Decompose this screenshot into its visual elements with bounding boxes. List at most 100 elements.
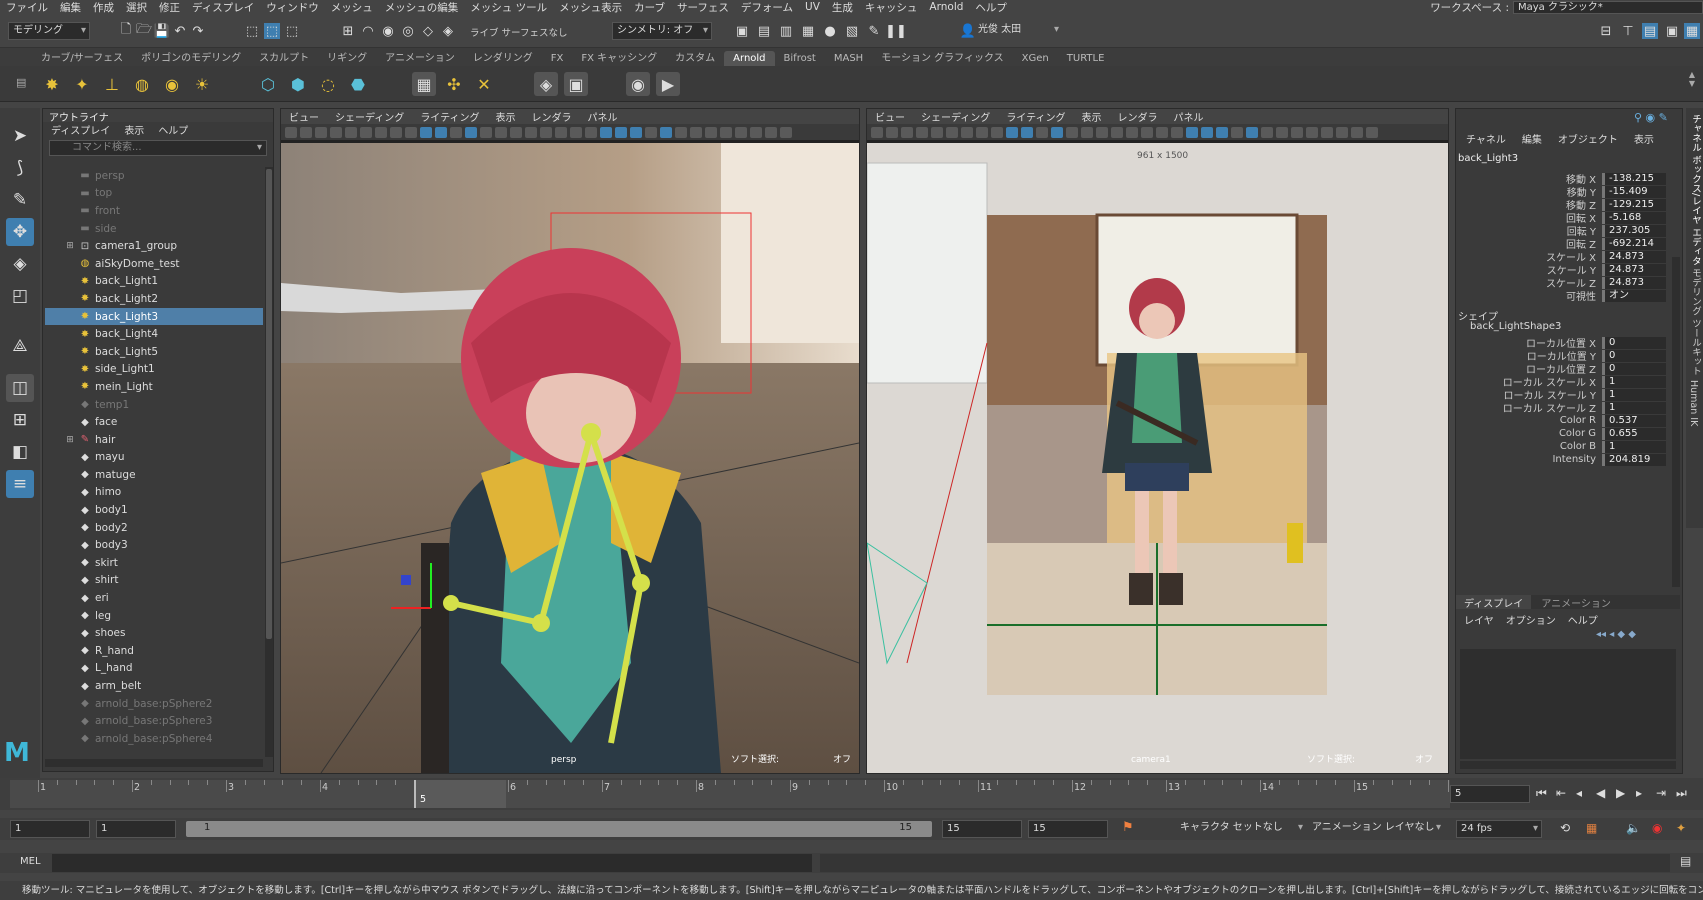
outliner-item[interactable]: ◆ body1 (45, 501, 263, 519)
play-forward-icon[interactable]: ▶ (1616, 786, 1625, 800)
viewport-tool-icon[interactable] (1066, 126, 1078, 138)
fps-select[interactable]: 24 fps (1456, 820, 1542, 838)
render-view-shelf-icon[interactable]: ▦ (412, 72, 436, 96)
cache-icon[interactable]: ▦ (1586, 821, 1597, 835)
vp2-menu-view[interactable]: ビュー (875, 109, 905, 124)
outliner-item[interactable]: ✸ mein_Light (45, 378, 263, 396)
vp1-menu-renderer[interactable]: レンダラ (532, 109, 572, 124)
render-frame-icon[interactable]: ▣ (734, 23, 750, 39)
snap-grid-icon[interactable]: ⊞ (340, 23, 356, 39)
shelf-tab[interactable]: アニメーション (376, 47, 464, 66)
vp2-menu-show[interactable]: 表示 (1082, 109, 1102, 124)
outliner-item[interactable]: ◆ arnold_base:pSphere3 (45, 712, 263, 730)
viewport-tool-icon[interactable] (1366, 126, 1378, 138)
viewport-tool-icon[interactable] (705, 126, 717, 138)
character-set-select[interactable]: キャラクタ セットなし (1176, 820, 1306, 838)
outliner-item[interactable]: ⊞ ⊡ camera1_group (45, 237, 263, 255)
viewport-tool-icon[interactable] (690, 126, 702, 138)
menu-item[interactable]: ヘルプ (969, 0, 1013, 15)
outliner-item[interactable]: ◆ himo (45, 484, 263, 502)
channel-box-tab-icons[interactable]: ⚲ ◉ ✎ (1634, 111, 1668, 124)
two-pane-layout-icon[interactable]: ◧ (6, 438, 34, 466)
select-component-icon[interactable]: ⬚ (284, 23, 300, 39)
outliner-item[interactable]: ◆ R_hand (45, 642, 263, 660)
viewport-tool-icon[interactable] (390, 126, 402, 138)
new-scene-icon[interactable]: 🗋 (118, 22, 134, 39)
attribute-value[interactable]: 24.873 (1602, 250, 1666, 263)
viewport-camera1-toolbar[interactable] (867, 124, 1448, 140)
snap-edge-icon[interactable]: ◈ (440, 23, 456, 39)
menu-item[interactable]: ウィンドウ (260, 0, 325, 15)
channel-attribute-row[interactable]: Intensity 204.819 (1456, 453, 1680, 466)
vp2-menu-shading[interactable]: シェーディング (921, 109, 990, 124)
scale-tool-icon[interactable]: ◰ (6, 282, 34, 310)
layer-hscrollbar[interactable] (1460, 761, 1676, 769)
viewport-tool-icon[interactable] (735, 126, 747, 138)
layout-icon[interactable]: ⊟ (1598, 23, 1614, 39)
snap-view-icon[interactable]: ◎ (400, 23, 416, 39)
viewport-tool-icon[interactable] (1051, 126, 1063, 138)
outliner-item[interactable]: ✸ side_Light1 (45, 361, 263, 379)
viewport-tool-icon[interactable] (946, 126, 958, 138)
viewport-tool-icon[interactable] (615, 126, 627, 138)
viewport-persp-toolbar[interactable] (281, 124, 859, 140)
outliner-menu-show[interactable]: 表示 (124, 122, 144, 137)
shelf-tab[interactable]: スカルプト (250, 47, 318, 66)
outliner-item[interactable]: ▬ top (45, 185, 263, 203)
viewport-tool-icon[interactable] (1036, 126, 1048, 138)
anim-start-field[interactable]: 1 (10, 820, 90, 838)
attribute-value[interactable]: 0 (1602, 336, 1666, 349)
rotate-tool-icon[interactable]: ◈ (6, 250, 34, 278)
outliner-item[interactable]: ◆ arnold_base:pSphere2 (45, 695, 263, 713)
layer-editor-tool-icons[interactable]: ◂◂ ◂ ◆ ◆ (1596, 629, 1636, 640)
hypershade-icon[interactable]: ● (822, 23, 838, 39)
viewport-camera1[interactable]: ビュー シェーディング ライティング 表示 レンダラ パネル 961 x 150… (866, 108, 1449, 774)
playback-start-field[interactable]: 1 (96, 820, 176, 838)
light-portal-icon[interactable]: ◉ (160, 72, 184, 96)
current-time-indicator[interactable]: 5 (414, 780, 506, 808)
channel-attribute-row[interactable]: Color G 0.655 (1456, 427, 1680, 440)
go-to-end-icon[interactable]: ⏭ (1676, 786, 1687, 801)
outliner-hscrollbar[interactable] (45, 759, 263, 767)
shelf-tab[interactable]: XGen (1013, 51, 1058, 66)
viewport-tool-icon[interactable] (916, 126, 928, 138)
channel-attribute-row[interactable]: ローカル スケール Z 1 (1456, 401, 1680, 415)
live-surface-label[interactable]: ライブ サーフェスなし (470, 25, 567, 39)
viewport-tool-icon[interactable] (585, 126, 597, 138)
viewport-tool-icon[interactable] (1276, 126, 1288, 138)
viewport-tool-icon[interactable] (765, 126, 777, 138)
viewport-tool-icon[interactable] (495, 126, 507, 138)
channel-box-icon[interactable]: ▦ (1684, 23, 1700, 39)
viewport-tool-icon[interactable] (1006, 126, 1018, 138)
viewport-tool-icon[interactable] (1081, 126, 1093, 138)
curve-collector-icon[interactable]: ◌ (316, 72, 340, 96)
shelf-tab[interactable]: モーション グラフィックス (872, 47, 1012, 66)
loop-icon[interactable]: ⟲ (1560, 821, 1570, 835)
range-slider-bar[interactable]: 1 15 (186, 821, 932, 837)
snap-point-icon[interactable]: ◉ (380, 23, 396, 39)
viewport-tool-icon[interactable] (1336, 126, 1348, 138)
joint-node[interactable] (443, 595, 459, 611)
select-tool-icon[interactable]: ➤ (6, 122, 34, 150)
menu-item[interactable]: メッシュの編集 (379, 0, 465, 15)
viewport-tool-icon[interactable] (285, 126, 297, 138)
viewport-tool-icon[interactable] (1096, 126, 1108, 138)
outliner-scroll-thumb[interactable] (266, 169, 272, 639)
render-play-icon[interactable]: ▶ (656, 72, 680, 96)
save-scene-icon[interactable]: 💾 (154, 23, 170, 39)
menu-item[interactable]: ディスプレイ (186, 0, 260, 15)
side-tab-modeling-toolkit[interactable]: モデリング ツールキット (1688, 268, 1702, 376)
viewport-tool-icon[interactable] (540, 126, 552, 138)
outliner-menu-display[interactable]: ディスプレイ (51, 122, 110, 137)
render-sequence-icon[interactable]: ▤ (756, 23, 772, 39)
expand-icon[interactable]: ⊞ (65, 241, 75, 251)
viewport-tool-icon[interactable] (360, 126, 372, 138)
outliner-item[interactable]: ◆ skirt (45, 554, 263, 572)
viewport-tool-icon[interactable] (315, 126, 327, 138)
viewport-tool-icon[interactable] (1246, 126, 1258, 138)
channel-box-object-name[interactable]: back_Light3 (1458, 153, 1518, 164)
play-backward-icon[interactable]: ◀ (1596, 786, 1605, 800)
viewport-tool-icon[interactable] (330, 126, 342, 138)
joint-node[interactable] (632, 574, 650, 592)
vp1-menu-show[interactable]: 表示 (496, 109, 516, 124)
